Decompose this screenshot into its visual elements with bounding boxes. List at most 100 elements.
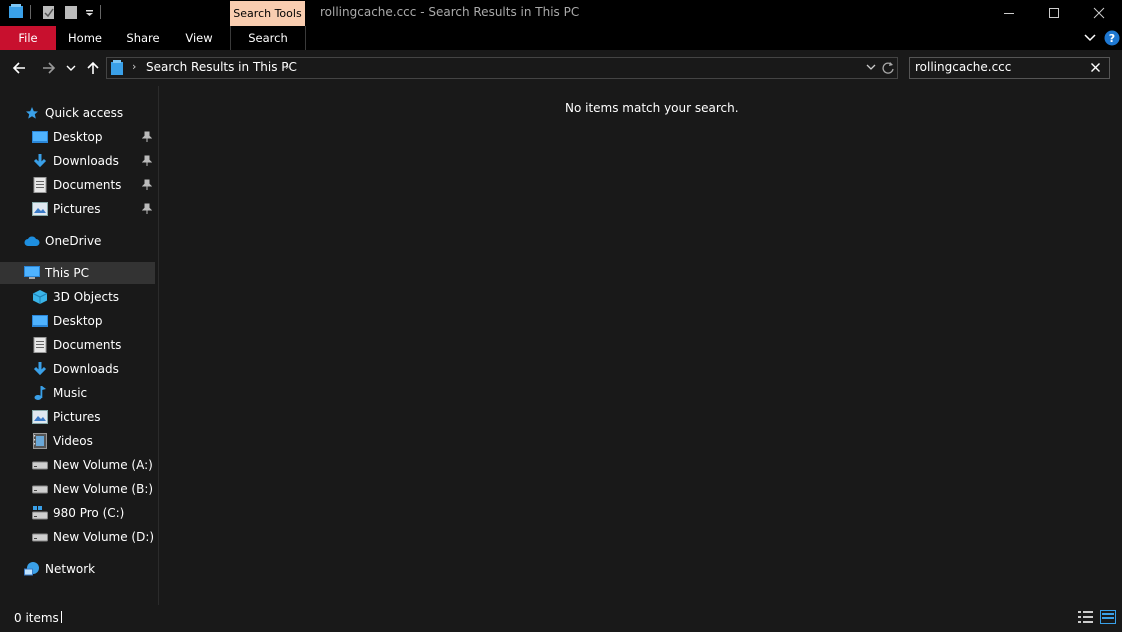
sidebar-item-this-pc[interactable]: This PC xyxy=(24,262,89,284)
address-history-button[interactable] xyxy=(865,61,877,76)
maximize-button[interactable] xyxy=(1031,0,1077,26)
chevron-down-icon xyxy=(66,65,76,71)
details-view-icon xyxy=(1078,611,1093,623)
sidebar-item-volume-a[interactable]: New Volume (A:) xyxy=(32,454,153,476)
sidebar-item-network[interactable]: Network xyxy=(24,558,95,580)
sidebar-item-3d-objects[interactable]: 3D Objects xyxy=(32,286,119,308)
close-button[interactable] xyxy=(1076,0,1122,26)
tab-view[interactable]: View xyxy=(174,26,224,50)
sidebar-item-downloads-quick[interactable]: Downloads xyxy=(32,150,119,172)
sidebar-item-volume-b[interactable]: New Volume (B:) xyxy=(32,478,153,500)
refresh-button[interactable] xyxy=(881,61,895,78)
sidebar-item-downloads[interactable]: Downloads xyxy=(32,358,119,380)
folder-icon[interactable] xyxy=(9,4,23,18)
sidebar-item-label: Music xyxy=(53,386,88,400)
new-folder-icon[interactable] xyxy=(65,6,77,19)
pin-icon xyxy=(141,131,153,143)
sidebar-item-desktop[interactable]: Desktop xyxy=(32,310,103,332)
breadcrumb-location[interactable]: Search Results in This PC xyxy=(146,60,297,74)
sidebar-item-label: 980 Pro (C:) xyxy=(53,506,125,520)
minimize-icon xyxy=(1004,13,1014,14)
document-icon xyxy=(32,177,48,193)
sidebar-item-documents-quick[interactable]: Documents xyxy=(32,174,121,196)
pin-icon xyxy=(141,179,153,191)
large-icons-view-button[interactable] xyxy=(1100,610,1116,627)
customize-qat-icon[interactable] xyxy=(86,10,93,16)
forward-button[interactable] xyxy=(40,59,58,77)
window-title: rollingcache.ccc - Search Results in Thi… xyxy=(320,5,580,19)
sidebar-item-label: Videos xyxy=(53,434,93,448)
pin-icon xyxy=(141,155,153,167)
sidebar-item-label: 3D Objects xyxy=(53,290,120,304)
breadcrumb-separator-icon: › xyxy=(132,60,137,73)
document-icon xyxy=(32,337,48,353)
clear-search-button[interactable] xyxy=(1090,62,1101,76)
desktop-icon xyxy=(32,313,48,329)
sidebar-item-label: Documents xyxy=(53,178,122,192)
empty-search-message: No items match your search. xyxy=(565,101,739,115)
sidebar-item-volume-d[interactable]: New Volume (D:) xyxy=(32,526,154,548)
computer-icon xyxy=(24,265,40,281)
arrow-left-icon xyxy=(12,62,25,74)
status-bar xyxy=(0,605,1122,632)
tab-search[interactable]: Search xyxy=(230,26,306,50)
help-button[interactable]: ? xyxy=(1104,30,1120,46)
music-note-icon xyxy=(32,385,48,401)
sidebar-item-label: Downloads xyxy=(53,154,119,168)
sidebar-item-drive-c[interactable]: 980 Pro (C:) xyxy=(32,502,124,524)
recent-locations-button[interactable] xyxy=(64,59,78,77)
sidebar-item-pictures[interactable]: Pictures xyxy=(32,406,101,428)
sidebar-item-label: Pictures xyxy=(53,202,101,216)
star-icon xyxy=(24,105,40,121)
arrow-right-icon xyxy=(43,62,56,74)
close-icon xyxy=(1091,63,1100,72)
drive-icon xyxy=(32,481,48,497)
expand-ribbon-button[interactable] xyxy=(1082,30,1098,46)
properties-icon[interactable] xyxy=(43,6,54,19)
sidebar-item-desktop-quick[interactable]: Desktop xyxy=(32,126,103,148)
minimize-button[interactable] xyxy=(986,0,1032,26)
sidebar-item-label: New Volume (A:) xyxy=(53,458,153,472)
close-icon xyxy=(1093,7,1105,19)
maximize-icon xyxy=(1049,8,1059,18)
cube-icon xyxy=(32,289,48,305)
help-icon: ? xyxy=(1104,30,1120,46)
details-view-button[interactable] xyxy=(1078,610,1094,627)
system-drive-icon xyxy=(32,505,48,521)
up-button[interactable] xyxy=(84,59,102,77)
svg-text:?: ? xyxy=(1109,32,1115,45)
sidebar-item-music[interactable]: Music xyxy=(32,382,87,404)
sidebar-item-label: Desktop xyxy=(53,314,103,328)
pictures-icon xyxy=(32,201,48,217)
cloud-icon xyxy=(24,233,40,249)
ribbon-tabs: File Home Share View Search ? xyxy=(0,26,1122,50)
sidebar-item-label: Quick access xyxy=(45,106,124,120)
sidebar-item-quick-access[interactable]: Quick access xyxy=(24,102,123,124)
tab-share[interactable]: Share xyxy=(118,26,168,50)
download-icon xyxy=(32,361,48,377)
sidebar-item-label: Pictures xyxy=(53,410,101,424)
download-icon xyxy=(32,153,48,169)
chevron-down-icon xyxy=(1084,34,1096,42)
back-button[interactable] xyxy=(10,59,28,77)
sidebar-item-onedrive[interactable]: OneDrive xyxy=(24,230,101,252)
tab-home[interactable]: Home xyxy=(60,26,110,50)
pictures-icon xyxy=(32,409,48,425)
sidebar-item-videos[interactable]: Videos xyxy=(32,430,93,452)
title-bar: Search Tools rollingcache.ccc - Search R… xyxy=(0,0,1122,26)
tab-file[interactable]: File xyxy=(0,26,56,50)
sidebar-item-documents[interactable]: Documents xyxy=(32,334,121,356)
breadcrumb-chevron-icon[interactable]: › xyxy=(285,60,289,73)
status-separator xyxy=(61,611,62,623)
film-icon xyxy=(32,433,48,449)
item-count: 0 items xyxy=(14,611,59,625)
file-list-pane[interactable] xyxy=(159,86,1122,605)
sidebar-item-label: This PC xyxy=(45,266,89,280)
pin-icon xyxy=(141,203,153,215)
sidebar-item-label: Downloads xyxy=(53,362,119,376)
sidebar-item-label: Network xyxy=(45,562,96,576)
sidebar-item-label: Desktop xyxy=(53,130,103,144)
sidebar-item-pictures-quick[interactable]: Pictures xyxy=(32,198,101,220)
desktop-icon xyxy=(32,129,48,145)
arrow-up-icon xyxy=(87,61,99,74)
